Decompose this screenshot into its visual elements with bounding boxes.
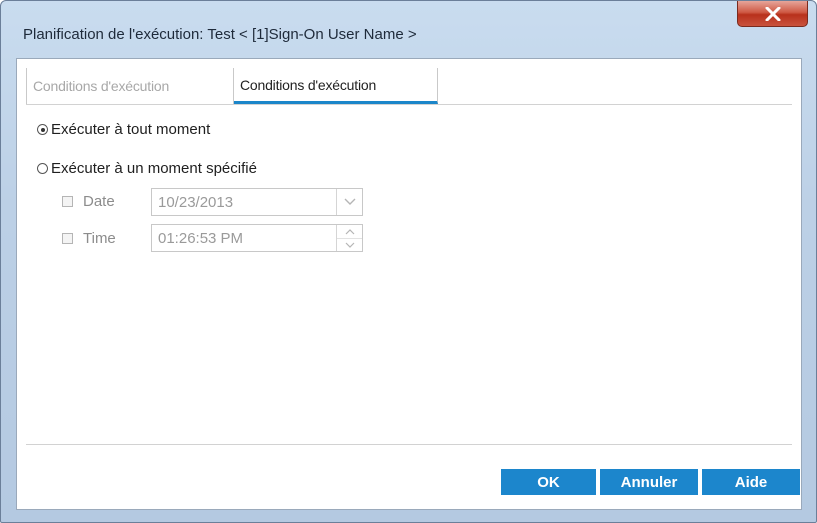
date-checkbox-row[interactable]: Date (62, 193, 115, 210)
radio-run-any-time[interactable]: Exécuter à tout moment (37, 121, 210, 138)
help-button[interactable]: Aide (702, 469, 800, 495)
time-checkbox-row[interactable]: Time (62, 230, 116, 247)
tab-divider (26, 104, 792, 105)
radio-any-time-label: Exécuter à tout moment (51, 121, 211, 138)
spin-up-button[interactable] (337, 225, 362, 239)
footer-divider (26, 444, 792, 445)
tab-conditions-2[interactable]: Conditions d'exécution (234, 68, 438, 104)
date-dropdown-button[interactable] (336, 189, 362, 215)
cancel-button[interactable]: Annuler (600, 469, 698, 495)
chevron-down-icon (344, 198, 355, 205)
radio-unselected-icon (37, 163, 48, 174)
spin-down-button[interactable] (337, 238, 362, 251)
window-title: Planification de l'exécution: Test < [1]… (23, 26, 417, 43)
radio-specified-time-label: Exécuter à un moment spécifié (51, 160, 257, 177)
time-checkbox[interactable] (62, 233, 73, 244)
spin-down-icon (345, 242, 354, 248)
tab-conditions-1[interactable]: Conditions d'exécution (26, 68, 234, 104)
dialog-content: Conditions d'exécution Conditions d'exéc… (16, 58, 802, 510)
title-bar[interactable]: Planification de l'exécution: Test < [1]… (1, 1, 816, 53)
dialog-window: Planification de l'exécution: Test < [1]… (0, 0, 817, 523)
close-x-icon (765, 6, 780, 21)
time-picker[interactable]: 01:26:53 PM (151, 224, 363, 252)
close-button[interactable] (737, 1, 808, 27)
radio-selected-icon (37, 124, 48, 135)
date-picker[interactable]: 10/23/2013 (151, 188, 363, 216)
time-value: 01:26:53 PM (158, 230, 244, 247)
time-spinner[interactable] (336, 225, 362, 251)
time-label: Time (83, 230, 116, 247)
radio-run-specified-time[interactable]: Exécuter à un moment spécifié (37, 160, 257, 177)
ok-button[interactable]: OK (501, 469, 596, 495)
spin-up-icon (345, 228, 354, 234)
tab-strip: Conditions d'exécution Conditions d'exéc… (26, 68, 438, 104)
date-label: Date (83, 193, 115, 210)
date-checkbox[interactable] (62, 196, 73, 207)
date-value: 10/23/2013 (158, 194, 234, 211)
